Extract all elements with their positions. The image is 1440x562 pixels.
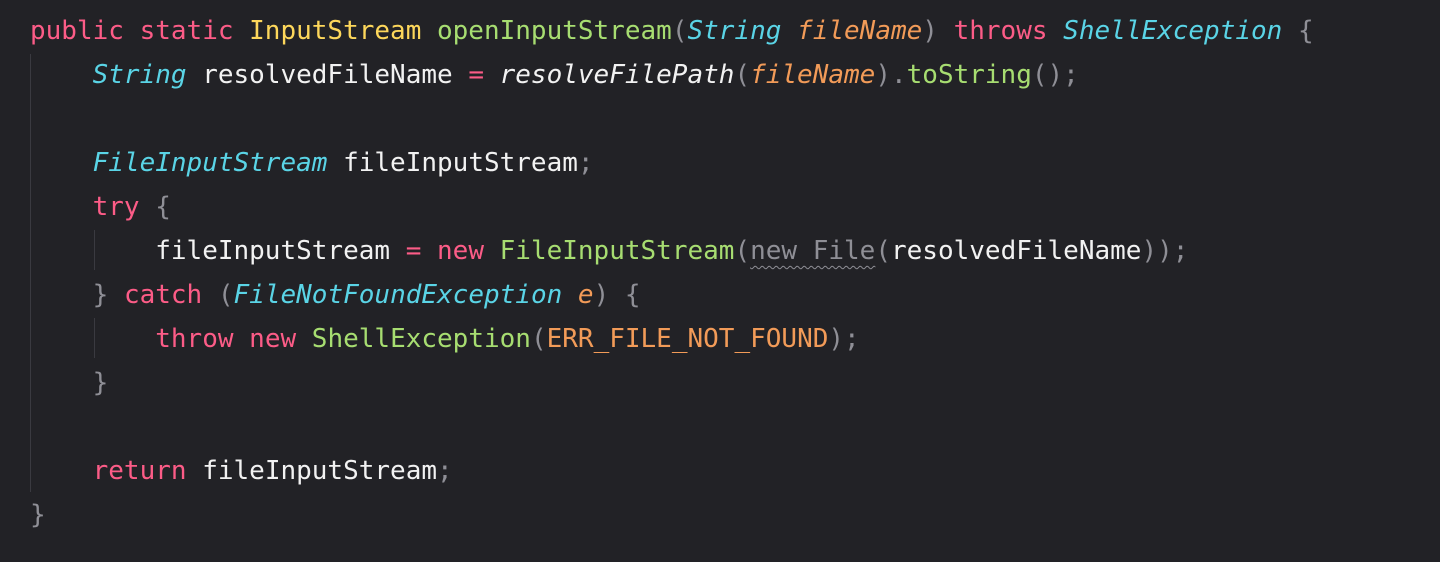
code-token: = <box>405 236 422 266</box>
code-token: fileName <box>750 60 876 90</box>
code-token: )); <box>1141 236 1189 266</box>
code-token: } <box>92 280 109 310</box>
code-token: { <box>624 280 641 310</box>
code-token: { <box>155 192 171 222</box>
code-token: ( <box>734 60 751 90</box>
code-token: try <box>92 192 140 222</box>
code-token: new File <box>750 236 876 266</box>
code-token: ShellException <box>311 324 531 354</box>
code-token: . <box>890 60 907 90</box>
code-token: e <box>577 280 594 310</box>
code-token: throws <box>953 16 1048 46</box>
code-token: ERR_FILE_NOT_FOUND <box>546 324 829 354</box>
code-line[interactable]: try { <box>30 185 171 229</box>
code-token: ; <box>437 456 453 486</box>
code-token: fileInputStream <box>343 148 578 178</box>
code-token: fileInputStream <box>155 236 391 266</box>
code-token: ); <box>828 324 860 354</box>
code-line[interactable]: FileInputStream fileInputStream; <box>30 141 594 185</box>
code-token: ( <box>671 16 688 46</box>
code-token: ; <box>577 148 594 178</box>
code-token: resolveFilePath <box>499 60 735 90</box>
code-line[interactable]: throw new ShellException(ERR_FILE_NOT_FO… <box>30 317 860 361</box>
code-token: String <box>687 16 782 46</box>
code-token: = <box>468 60 484 90</box>
code-token: ( <box>734 236 751 266</box>
code-token: fileName <box>797 16 923 46</box>
code-token: ( <box>530 324 547 354</box>
code-token: InputStream <box>249 16 422 46</box>
code-line[interactable]: fileInputStream = new FileInputStream(ne… <box>30 229 1188 273</box>
code-token: return <box>92 456 187 486</box>
code-token: ( <box>875 236 891 266</box>
code-editor[interactable]: public static InputStream openInputStrea… <box>0 0 1440 562</box>
code-token: ) <box>875 60 891 90</box>
code-token: ShellException <box>1063 16 1283 46</box>
code-token: fileInputStream <box>202 456 438 486</box>
code-token: ) <box>922 16 938 46</box>
code-token: (); <box>1031 60 1079 90</box>
code-token: } <box>92 368 109 398</box>
code-token: FileInputStream <box>92 148 328 178</box>
code-token: ) <box>593 280 610 310</box>
code-token: resolvedFileName <box>891 236 1142 266</box>
code-token: ( <box>217 280 234 310</box>
code-token: new <box>437 236 484 266</box>
code-line[interactable]: return fileInputStream; <box>30 449 453 493</box>
code-token: resolvedFileName <box>202 60 453 90</box>
code-line[interactable]: } catch (FileNotFoundException e) { <box>30 273 641 317</box>
code-token: FileInputStream <box>499 236 735 266</box>
code-token: FileNotFoundException <box>233 280 563 310</box>
code-token: } <box>30 500 46 530</box>
code-line[interactable]: } <box>30 493 46 537</box>
code-token: openInputStream <box>437 16 672 46</box>
code-line[interactable]: } <box>30 361 109 405</box>
code-token: catch <box>123 280 203 310</box>
code-token: static <box>139 16 234 46</box>
code-line[interactable]: String resolvedFileName = resolveFilePat… <box>30 53 1079 97</box>
code-token: new <box>249 324 297 354</box>
code-token: { <box>1297 16 1314 46</box>
code-token: toString <box>906 60 1032 90</box>
code-line[interactable]: public static InputStream openInputStrea… <box>30 9 1314 53</box>
code-token: public <box>30 16 124 46</box>
code-token: String <box>92 60 187 90</box>
code-token: throw <box>155 324 234 354</box>
